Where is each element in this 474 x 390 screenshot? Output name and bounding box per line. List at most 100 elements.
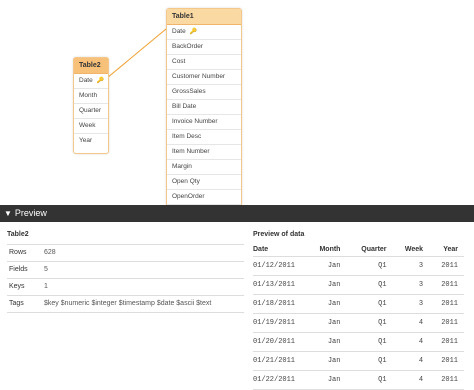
cell-week: 3 [396,275,431,295]
field-label: GrossSales [172,88,206,95]
table1-field-open-qty[interactable]: Open Qty [167,175,241,190]
data-model-viewer: Table1 Date 🔑 BackOrder Cost Customer Number… [0,0,474,205]
table1-field-item-desc[interactable]: Item Desc [167,130,241,145]
cell-week: 3 [396,256,431,276]
key-icon: 🔑 [189,29,198,35]
field-label: Open Qty [172,178,200,185]
column-header-quarter: Quarter [345,242,397,257]
table-row: 01/22/2011 Jan Q1 4 2011 [253,370,464,390]
cell-week: 4 [396,313,431,333]
table1-card[interactable]: Table1 Date 🔑 BackOrder Cost Customer Number… [166,8,242,205]
field-label: Customer Number [172,73,226,80]
field-label: Item Number [172,148,210,155]
table2-field-month[interactable]: Month [74,89,108,104]
cell-month: Jan [306,313,346,333]
table-metadata: Table2 Rows 628 Fields 5 Keys 1 Tags $key $nume… [7,231,244,313]
table-row: 01/21/2011 Jan Q1 4 2011 [253,351,464,371]
column-header-week: Week [396,242,431,257]
cell-quarter: Q1 [345,332,397,352]
meta-row-keys: Keys 1 [7,279,244,296]
cell-week: 4 [396,370,431,390]
cell-date: 01/22/2011 [253,370,307,390]
cell-quarter: Q1 [345,313,397,333]
cell-quarter: Q1 [345,370,397,390]
meta-value: 5 [44,266,48,273]
table1-field-bill-date[interactable]: Bill Date [167,100,241,115]
field-label: Margin [172,163,192,170]
cell-date: 01/12/2011 [253,256,307,276]
table1-title: Table1 [167,9,241,25]
field-label: Item Desc [172,133,202,140]
table2-field-quarter[interactable]: Quarter [74,104,108,119]
table1-field-date[interactable]: Date 🔑 [167,25,241,40]
column-header-date: Date [253,242,307,257]
cell-year: 2011 [430,275,464,295]
table2-card[interactable]: Table2 Date 🔑 Month Quarter Week Year [73,57,109,154]
cell-month: Jan [306,256,346,276]
triangle-down-icon[interactable]: ▼ [4,205,12,222]
table1-field-customer-number[interactable]: Customer Number [167,70,241,85]
meta-row-fields: Fields 5 [7,262,244,279]
table-row: 01/18/2011 Jan Q1 3 2011 [253,294,464,314]
cell-quarter: Q1 [345,275,397,295]
field-label: Cost [172,58,186,65]
cell-month: Jan [306,275,346,295]
cell-month: Jan [306,351,346,371]
cell-year: 2011 [430,332,464,352]
meta-label: Fields [9,266,28,273]
cell-quarter: Q1 [345,351,397,371]
column-header-year: Year [430,242,464,257]
field-label: Invoice Number [172,118,218,125]
table2-title: Table2 [74,58,108,74]
cell-date: 01/21/2011 [253,351,307,371]
cell-week: 3 [396,294,431,314]
meta-label: Keys [9,283,25,290]
preview-label: Preview [14,208,47,218]
key-icon: 🔑 [96,78,105,84]
table-row: 01/20/2011 Jan Q1 4 2011 [253,332,464,352]
field-label: Date [172,28,186,35]
table1-field-cost[interactable]: Cost [167,55,241,70]
data-preview-table: Date Month Quarter Week Year 01/12/2011 Jan Q1… [253,242,464,390]
meta-label: Rows [9,249,27,256]
field-label: Quarter [79,107,102,114]
table2-field-year[interactable]: Year [74,134,108,148]
table1-field-invoice-number[interactable]: Invoice Number [167,115,241,130]
cell-month: Jan [306,294,346,314]
table1-field-grosssales[interactable]: GrossSales [167,85,241,100]
field-label: Date [79,77,93,84]
cell-month: Jan [306,332,346,352]
table-row: 01/12/2011 Jan Q1 3 2011 [253,256,464,276]
table1-field-list: Date 🔑 BackOrder Cost Customer Number GrossSa… [167,25,241,205]
cell-date: 01/20/2011 [253,332,307,352]
table2-field-week[interactable]: Week [74,119,108,134]
field-label: Month [79,92,98,99]
cell-month: Jan [306,370,346,390]
meta-row-rows: Rows 628 [7,245,244,262]
cell-date: 01/18/2011 [253,294,307,314]
cell-week: 4 [396,332,431,352]
cell-year: 2011 [430,313,464,333]
field-label: OpenOrder [172,193,205,200]
column-header-month: Month [306,242,346,257]
cell-quarter: Q1 [345,256,397,276]
table2-field-list: Date 🔑 Month Quarter Week Year [74,74,108,148]
table1-field-openorder[interactable]: OpenOrder [167,190,241,205]
data-preview-title: Preview of data [253,231,305,238]
meta-value: 1 [44,283,48,290]
meta-label: Tags [9,300,24,307]
preview-toggle-bar[interactable]: ▼ Preview [0,205,474,222]
preview-panel: Table2 Rows 628 Fields 5 Keys 1 Tags $key $nume… [0,222,474,390]
field-label: Bill Date [172,103,197,110]
cell-year: 2011 [430,294,464,314]
meta-value: $key $numeric $integer $timestamp $date … [44,300,212,307]
cell-quarter: Q1 [345,294,397,314]
table1-field-item-number[interactable]: Item Number [167,145,241,160]
meta-row-tags: Tags $key $numeric $integer $timestamp $d… [7,296,244,313]
table1-field-backorder[interactable]: BackOrder [167,40,241,55]
metadata-title: Table2 [7,231,244,245]
table2-field-date[interactable]: Date 🔑 [74,74,108,89]
cell-date: 01/19/2011 [253,313,307,333]
table1-field-margin[interactable]: Margin [167,160,241,175]
field-label: Week [79,122,96,129]
